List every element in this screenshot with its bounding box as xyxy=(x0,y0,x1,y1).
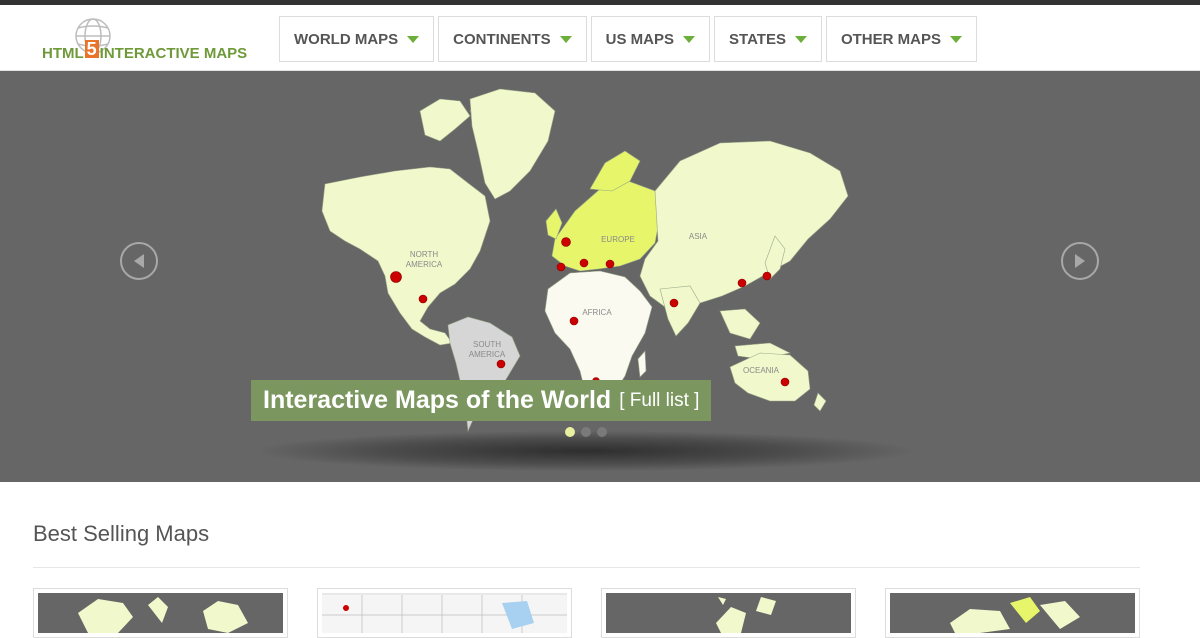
nav-states[interactable]: STATES xyxy=(714,16,822,62)
region-greenland[interactable] xyxy=(469,88,556,200)
main-nav: WORLD MAPS CONTINENTS US MAPS STATES OTH… xyxy=(279,16,977,62)
product-cards xyxy=(33,588,1140,638)
caret-down-icon xyxy=(683,35,696,43)
map-thumbnail xyxy=(322,595,567,633)
site-header: HTML 5 INTERACTIVE MAPS WORLD MAPS CONTINE… xyxy=(0,5,1200,71)
city-marker[interactable] xyxy=(669,298,679,308)
map-thumbnail xyxy=(716,597,776,633)
label-south-america-1: SOUTH xyxy=(473,340,501,349)
city-marker[interactable] xyxy=(496,359,506,369)
city-marker[interactable] xyxy=(418,294,428,304)
region-new-zealand[interactable] xyxy=(813,392,827,412)
html5-badge: 5 xyxy=(84,39,99,59)
slider-dot-2[interactable] xyxy=(581,427,591,437)
city-marker[interactable] xyxy=(737,278,747,288)
label-north-america-1: NORTH xyxy=(410,250,439,259)
nav-continents-label: CONTINENTS xyxy=(453,30,551,48)
city-marker[interactable] xyxy=(605,259,615,269)
label-oceania: OCEANIA xyxy=(743,366,780,375)
city-marker[interactable] xyxy=(780,377,790,387)
chevron-right-icon xyxy=(1075,254,1085,268)
nav-continents[interactable]: CONTINENTS xyxy=(438,16,587,62)
city-marker[interactable] xyxy=(561,237,571,247)
city-marker[interactable] xyxy=(569,316,579,326)
city-marker[interactable] xyxy=(556,262,566,272)
region-australia[interactable] xyxy=(729,352,811,402)
region-southeast-asia[interactable] xyxy=(719,308,791,360)
map-thumbnail xyxy=(78,597,248,633)
logo-text-interactive-maps: INTERACTIVE MAPS xyxy=(99,45,248,62)
product-card-thumbnail xyxy=(890,593,1135,633)
city-marker[interactable] xyxy=(579,258,589,268)
product-card-thumbnail xyxy=(322,593,567,633)
region-madagascar[interactable] xyxy=(637,350,647,378)
region-india[interactable] xyxy=(659,285,701,337)
caret-down-icon xyxy=(559,35,572,43)
caret-down-icon xyxy=(794,35,807,43)
label-asia: ASIA xyxy=(689,232,708,241)
label-europe: EUROPE xyxy=(601,235,635,244)
slide-caption-title: Interactive Maps of the World xyxy=(263,386,612,414)
label-north-america-2: AMERICA xyxy=(406,260,443,269)
caret-down-icon xyxy=(407,35,420,43)
product-card[interactable] xyxy=(601,588,856,638)
label-africa: AFRICA xyxy=(582,308,612,317)
nav-other-maps[interactable]: OTHER MAPS xyxy=(825,16,977,62)
product-card[interactable] xyxy=(33,588,288,638)
chevron-left-icon xyxy=(134,254,144,268)
nav-us-maps[interactable]: US MAPS xyxy=(590,16,711,62)
label-south-america-2: AMERICA xyxy=(469,350,506,359)
nav-states-label: STATES xyxy=(729,30,786,48)
section-divider xyxy=(33,567,1140,568)
nav-other-maps-label: OTHER MAPS xyxy=(840,30,941,48)
nav-world-maps-label: WORLD MAPS xyxy=(294,30,399,48)
slider-prev-button[interactable] xyxy=(120,242,158,280)
product-card-thumbnail xyxy=(606,593,851,633)
slider-pagination xyxy=(565,427,607,437)
logo-text: HTML 5 INTERACTIVE MAPS xyxy=(42,39,248,62)
city-marker[interactable] xyxy=(762,271,772,281)
product-card[interactable] xyxy=(317,588,572,638)
caret-down-icon xyxy=(949,35,962,43)
logo-text-html: HTML xyxy=(42,45,84,62)
section-title: Best Selling Maps xyxy=(33,521,210,546)
slide-caption: Interactive Maps of the World [ Full lis… xyxy=(251,380,712,421)
slider-next-button[interactable] xyxy=(1061,242,1099,280)
hero-slider: NORTH AMERICA EUROPE ASIA AFRICA SOUTH A… xyxy=(0,71,1200,482)
region-europe[interactable] xyxy=(551,180,661,272)
full-list-link[interactable]: [ Full list ] xyxy=(619,390,699,412)
product-card[interactable] xyxy=(885,588,1140,638)
slider-dot-3[interactable] xyxy=(597,427,607,437)
site-logo[interactable]: HTML 5 INTERACTIVE MAPS xyxy=(40,13,270,68)
nav-world-maps[interactable]: WORLD MAPS xyxy=(279,16,435,62)
slider-dot-1[interactable] xyxy=(565,427,575,437)
nav-us-maps-label: US MAPS xyxy=(605,30,675,48)
map-thumbnail xyxy=(950,597,1080,633)
city-marker[interactable] xyxy=(390,271,402,283)
product-card-thumbnail xyxy=(38,593,283,633)
